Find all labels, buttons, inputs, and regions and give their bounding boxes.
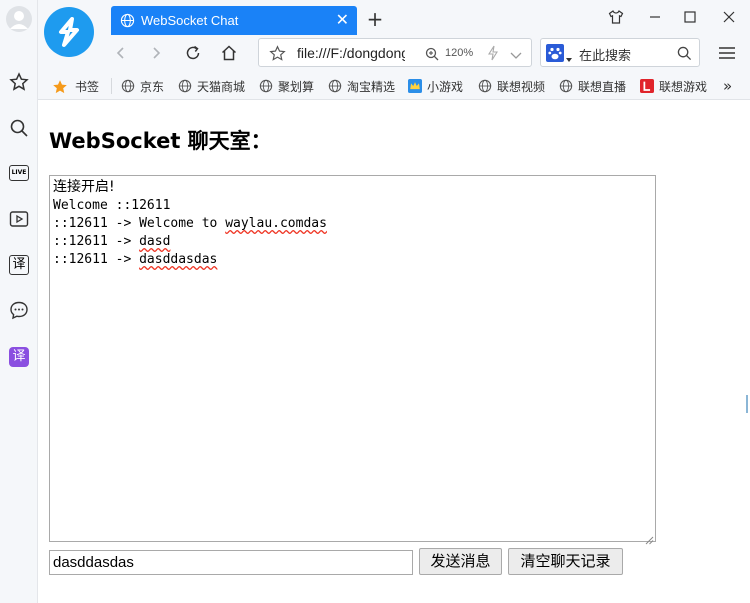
bookmark-item[interactable]: 小游戏 (408, 77, 463, 95)
search-icon[interactable] (7, 116, 31, 140)
globe-icon (120, 13, 135, 32)
message-input[interactable]: dasddasdas (49, 550, 413, 575)
bookmarks-more-icon[interactable]: » (723, 77, 732, 95)
bookmark-label: 聚划算 (278, 79, 315, 94)
shirt-skin-icon[interactable] (602, 6, 630, 28)
chat-bubble-icon[interactable] (7, 298, 31, 322)
zoom-level[interactable]: 120% (445, 47, 473, 59)
bookmark-item[interactable]: 联想视频 (478, 77, 545, 95)
chat-line: ::12611 -> dasd (53, 234, 171, 249)
close-window-icon[interactable] (715, 6, 743, 28)
send-message-button[interactable]: 发送消息 (419, 548, 502, 575)
search-icon[interactable] (677, 46, 692, 65)
bookmark-item[interactable]: 联想游戏 (640, 77, 707, 95)
bookmark-star-icon[interactable] (269, 45, 286, 66)
resize-handle-icon[interactable] (644, 530, 654, 545)
bookmark-item[interactable]: 聚划算 (259, 77, 314, 95)
globe-icon (121, 79, 135, 93)
l-icon (640, 79, 654, 93)
bookmark-label: 联想游戏 (659, 79, 708, 94)
bookmark-item[interactable]: 天猫商城 (178, 77, 245, 95)
baidu-paw-icon[interactable] (546, 44, 564, 66)
page-title: WebSocket 聊天室： (49, 129, 272, 153)
address-bar[interactable]: file:///F:/dongdong 120% (258, 38, 532, 67)
bookmark-item[interactable]: 书签 (52, 77, 99, 95)
divider (111, 78, 112, 94)
chat-line: ::12611 -> dasddasdas (53, 252, 218, 267)
zoom-icon[interactable] (425, 46, 439, 65)
crown-icon (408, 79, 422, 93)
bookmark-label: 联想视频 (497, 79, 546, 94)
translate-icon[interactable]: 译 (7, 253, 31, 277)
url-text[interactable]: file:///F:/dongdong (297, 45, 405, 61)
globe-icon (259, 79, 273, 93)
tab-close-icon[interactable]: ✕ (336, 11, 349, 29)
tab-websocket-chat[interactable]: WebSocket Chat ✕ (111, 6, 357, 35)
translate-app-icon[interactable]: 译 (7, 345, 31, 369)
bookmark-label: 小游戏 (427, 79, 464, 94)
globe-icon (328, 79, 342, 93)
video-icon[interactable] (7, 207, 31, 231)
search-placeholder: 在此搜索 (579, 49, 632, 64)
scrollbar-hint (746, 395, 748, 413)
clear-chat-button[interactable]: 清空聊天记录 (508, 548, 623, 575)
chat-line: Welcome ::12611 (53, 198, 171, 213)
chat-line: ::12611 -> Welcome to waylau.comdas (53, 216, 327, 231)
globe-icon (559, 79, 573, 93)
lightning-icon[interactable] (487, 45, 499, 65)
bookmark-item[interactable]: 淘宝精选 (328, 77, 395, 95)
live-icon[interactable]: LIVE (7, 161, 31, 185)
engine-dropdown-icon[interactable] (566, 48, 572, 67)
forward-icon[interactable] (143, 40, 169, 66)
bookmark-label: 联想直播 (578, 79, 627, 94)
browser-logo-icon[interactable] (44, 7, 94, 57)
bookmark-label: 京东 (140, 79, 165, 94)
maximize-icon[interactable] (676, 6, 704, 28)
bookmark-item[interactable]: 联想直播 (559, 77, 626, 95)
favorites-star-icon[interactable] (7, 70, 31, 94)
bookmark-label: 天猫商城 (197, 79, 246, 94)
browser-sidebar: LIVE 译 译 (0, 0, 38, 603)
new-tab-button[interactable]: + (364, 8, 386, 30)
star-icon (52, 79, 67, 94)
menu-icon[interactable] (714, 40, 740, 66)
user-avatar-icon[interactable] (5, 5, 33, 33)
minimize-icon[interactable] (641, 6, 669, 28)
bookmark-item[interactable]: 京东 (121, 77, 164, 95)
globe-icon (178, 79, 192, 93)
bookmark-label: 书签 (75, 79, 100, 94)
chat-line: 连接开启! (53, 179, 115, 195)
chevron-down-icon[interactable] (509, 47, 523, 66)
back-icon[interactable] (108, 40, 134, 66)
tab-title: WebSocket Chat (141, 13, 239, 28)
chat-log-textarea[interactable]: 连接开启! Welcome ::12611 ::12611 -> Welcome… (49, 175, 656, 545)
search-box[interactable]: 在此搜索 (540, 38, 700, 67)
globe-icon (478, 79, 492, 93)
bookmark-label: 淘宝精选 (347, 79, 396, 94)
home-icon[interactable] (216, 40, 242, 66)
refresh-icon[interactable] (180, 40, 206, 66)
